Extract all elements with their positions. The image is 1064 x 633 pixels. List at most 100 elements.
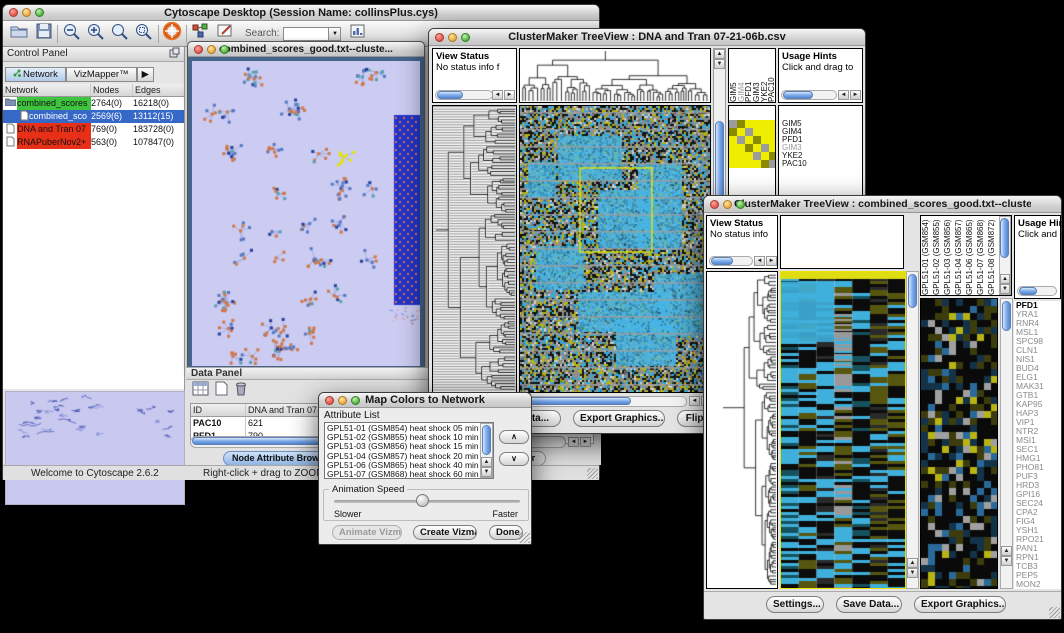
gene-label[interactable]: PUF3 xyxy=(1016,472,1044,481)
gene-label[interactable]: RPO21 xyxy=(1016,535,1044,544)
float-panel-icon[interactable] xyxy=(169,47,180,63)
network-row[interactable]: DNA and Tran 07 769(0) 183728(0) xyxy=(3,123,184,136)
create-vizmap-button[interactable]: Create Vizmap xyxy=(413,525,477,540)
usage-hints-hscrollbar[interactable] xyxy=(781,90,837,100)
save-data-button[interactable]: Save Data... xyxy=(836,596,902,613)
network-row[interactable]: combined_scores 2764(0) 16218(0) xyxy=(3,97,184,110)
matrix-cell[interactable] xyxy=(745,152,753,160)
resize-grip[interactable] xyxy=(519,532,530,543)
gene-label[interactable]: SEC1 xyxy=(1016,445,1044,454)
move-up-button[interactable]: ∧ xyxy=(499,430,529,444)
scroll-down-icon[interactable]: ▼ xyxy=(481,467,492,477)
matrix-cell[interactable] xyxy=(761,128,769,136)
scroll-down-icon[interactable]: ▼ xyxy=(1001,556,1012,566)
column-label[interactable]: GIM3 xyxy=(753,50,761,102)
heatmap-canvas[interactable] xyxy=(781,272,905,588)
column-label[interactable]: GPL51-01 (GSM854) xyxy=(922,217,933,295)
move-down-button[interactable]: ∨ xyxy=(499,452,529,466)
matrix-cell[interactable] xyxy=(729,160,737,168)
matrix-cell[interactable] xyxy=(769,136,776,144)
matrix-cell[interactable] xyxy=(753,128,761,136)
gene-label[interactable]: YRA1 xyxy=(1016,310,1044,319)
matrix-cell[interactable] xyxy=(769,160,776,168)
search-input[interactable] xyxy=(283,27,329,41)
trash-icon[interactable] xyxy=(234,380,248,401)
speed-slider-thumb[interactable] xyxy=(416,494,429,507)
zoom-button[interactable] xyxy=(220,45,229,54)
matrix-cell[interactable] xyxy=(729,136,737,144)
row-labels[interactable]: GIM5GIM4PFD1GIM3YKE2PAC10 xyxy=(782,120,807,168)
zoom-out-icon[interactable] xyxy=(62,22,82,46)
column-dendrogram[interactable] xyxy=(520,49,710,102)
view-status-hscrollbar[interactable] xyxy=(709,256,753,266)
matrix-cell[interactable] xyxy=(729,128,737,136)
col-id[interactable]: ID xyxy=(191,404,246,416)
matrix-cell[interactable] xyxy=(737,144,745,152)
minimize-button[interactable] xyxy=(338,396,347,405)
matrix-cell[interactable] xyxy=(737,128,745,136)
gene-label[interactable]: MAK31 xyxy=(1016,382,1044,391)
open-file-icon[interactable] xyxy=(9,22,29,45)
matrix-cell[interactable] xyxy=(729,144,737,152)
matrix-cell[interactable] xyxy=(753,152,761,160)
matrix-cell[interactable] xyxy=(745,128,753,136)
zoom-fit-icon[interactable] xyxy=(134,22,154,46)
gene-label[interactable]: TCB3 xyxy=(1016,562,1044,571)
gene-labels[interactable]: PFD1YRA1RNR4MSL1SPC98CLN1NIS1BUD4ELG1MAK… xyxy=(1016,301,1044,589)
resize-grip[interactable] xyxy=(587,468,598,479)
matrix-cell[interactable] xyxy=(745,120,753,128)
tabs-overflow-icon[interactable]: ▶ xyxy=(137,67,154,82)
scroll-up-icon[interactable]: ▲ xyxy=(1000,274,1010,284)
attribute-item[interactable]: GPL51-07 (GSM868) heat shock 60 min xyxy=(327,470,479,479)
gene-label[interactable]: ELG1 xyxy=(1016,373,1044,382)
gene-label[interactable]: GTB1 xyxy=(1016,391,1044,400)
matrix-cell[interactable] xyxy=(761,152,769,160)
scroll-up-icon[interactable]: ▲ xyxy=(907,558,918,568)
sub-heatmap-canvas[interactable] xyxy=(921,299,997,588)
export-graphics-button[interactable]: Export Graphics... xyxy=(914,596,1006,613)
row-label[interactable]: PAC10 xyxy=(782,160,807,168)
scroll-up-icon[interactable]: ▲ xyxy=(714,49,725,59)
summary-matrix[interactable] xyxy=(729,120,776,168)
gene-label[interactable]: RPN1 xyxy=(1016,553,1044,562)
scroll-right-icon[interactable]: ► xyxy=(504,90,515,100)
gene-label[interactable]: CLN1 xyxy=(1016,346,1044,355)
treeview1-titlebar[interactable]: ClusterMaker TreeView : DNA and Tran 07-… xyxy=(429,29,865,46)
close-button[interactable] xyxy=(435,33,444,42)
matrix-cell[interactable] xyxy=(769,128,776,136)
scroll-down-icon[interactable]: ▼ xyxy=(714,59,725,69)
gene-label[interactable]: KAP95 xyxy=(1016,400,1044,409)
minimize-button[interactable] xyxy=(723,200,732,209)
network-view-titlebar[interactable]: combined_scores_good.txt--cluste... xyxy=(188,42,424,57)
gene-label[interactable]: MSL1 xyxy=(1016,328,1044,337)
gene-label[interactable]: VIP1 xyxy=(1016,418,1044,427)
matrix-cell[interactable] xyxy=(729,120,737,128)
attribute-list-vscrollbar[interactable]: ▲ ▼ xyxy=(480,423,493,478)
zoom-button[interactable] xyxy=(461,33,470,42)
zoom-selected-icon[interactable] xyxy=(110,22,130,46)
scroll-left-icon[interactable]: ◄ xyxy=(568,437,579,447)
gene-label[interactable]: HAP3 xyxy=(1016,409,1044,418)
scroll-right-icon[interactable]: ► xyxy=(850,90,861,100)
scroll-right-icon[interactable]: ► xyxy=(766,256,777,266)
gene-label[interactable]: SEC24 xyxy=(1016,499,1044,508)
row-dendrogram[interactable] xyxy=(433,106,516,392)
settings-button[interactable]: Settings... xyxy=(766,596,824,613)
matrix-cell[interactable] xyxy=(761,160,769,168)
matrix-cell[interactable] xyxy=(769,144,776,152)
gene-label[interactable]: HRD3 xyxy=(1016,481,1044,490)
scroll-left-icon[interactable]: ◄ xyxy=(492,90,503,100)
col-network[interactable]: Network xyxy=(3,84,91,96)
animate-vizmap-button[interactable]: Animate Vizmap xyxy=(332,525,402,540)
matrix-cell[interactable] xyxy=(761,136,769,144)
matrix-cell[interactable] xyxy=(753,120,761,128)
column-label[interactable]: GPL51-02 (GSM855) xyxy=(933,217,944,295)
heatmap-vscrollbar[interactable]: ▲ ▼ xyxy=(906,271,919,589)
column-label[interactable]: GPL51-08 (GSM872) xyxy=(988,217,999,295)
zoom-button[interactable] xyxy=(736,200,745,209)
gene-label[interactable]: MON2 xyxy=(1016,580,1044,589)
matrix-cell[interactable] xyxy=(753,160,761,168)
gene-label[interactable]: PFD1 xyxy=(1016,301,1044,310)
gene-label[interactable]: SPC98 xyxy=(1016,337,1044,346)
col-nodes[interactable]: Nodes xyxy=(91,84,133,96)
